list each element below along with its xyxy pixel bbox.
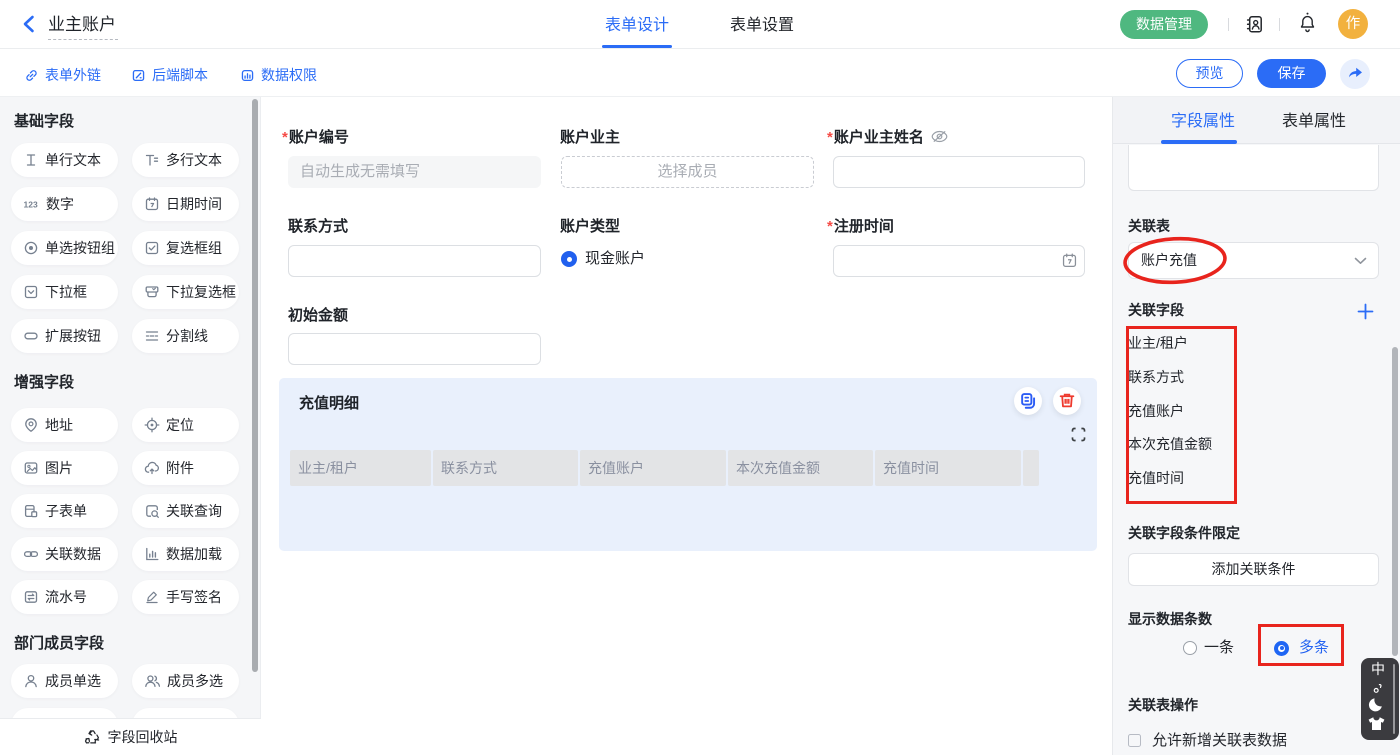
svg-text:123: 123	[24, 200, 38, 210]
